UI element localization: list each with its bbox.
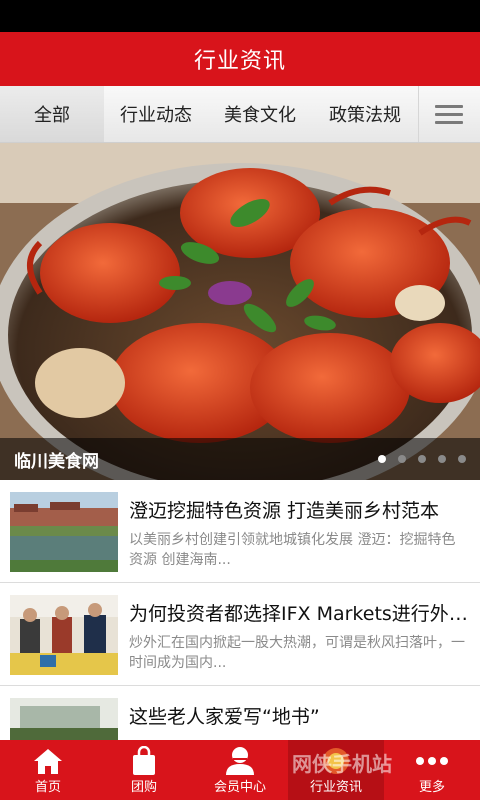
shopping-bag-icon: [131, 745, 157, 776]
slide-dot[interactable]: [378, 455, 386, 463]
hamburger-menu-icon[interactable]: [418, 86, 479, 142]
tab-label: 美食文化: [224, 105, 296, 126]
category-tabs: 全部 行业动态 美食文化 政策法规: [0, 86, 480, 143]
page-title-bar: 行业资讯: [0, 32, 480, 86]
tab-policy[interactable]: 政策法规: [312, 86, 418, 142]
news-thumbnail: [10, 492, 118, 572]
tab-label: 全部: [34, 105, 70, 126]
slide-dot[interactable]: [418, 455, 426, 463]
page-title: 行业资讯: [193, 49, 286, 74]
news-item[interactable]: 为何投资者都选择IFX Markets进行外汇交易 炒外汇在国内掀起一股大热潮，…: [0, 583, 480, 686]
slide-indicator: [378, 455, 480, 463]
news-title: 澄迈挖掘特色资源 打造美丽乡村范本: [129, 500, 440, 522]
tab-industry-news[interactable]: 行业动态: [104, 86, 208, 142]
home-icon: [33, 746, 63, 776]
slide-dot[interactable]: [458, 455, 466, 463]
banner-caption-bar: 临川美食网: [0, 438, 480, 480]
nav-label: 更多: [418, 779, 445, 795]
nav-home[interactable]: 首页: [0, 740, 96, 800]
featured-banner[interactable]: 临川美食网: [0, 143, 480, 480]
tab-label: 政策法规: [329, 105, 401, 126]
nav-label: 团购: [130, 779, 157, 795]
banner-caption: 临川美食网: [14, 451, 99, 472]
news-title: 这些老人家爱写“地书”: [129, 706, 320, 728]
news-title: 为何投资者都选择IFX Markets进行外汇交易: [129, 603, 474, 625]
user-icon: [225, 746, 255, 776]
news-icon: [321, 746, 351, 776]
nav-label: 行业资讯: [309, 779, 362, 795]
nav-member-center[interactable]: 会员中心: [192, 740, 288, 800]
slide-dot[interactable]: [438, 455, 446, 463]
tab-all[interactable]: 全部: [0, 86, 104, 142]
bottom-navigation: 首页 团购 会员中心 行业资讯 更多: [0, 740, 480, 800]
more-icon: [415, 746, 449, 776]
tab-label: 行业动态: [120, 105, 192, 126]
nav-label: 会员中心: [213, 779, 266, 795]
news-summary: 炒外汇在国内掀起一股大热潮，可谓是秋风扫落叶，一时间成为国内...: [129, 635, 465, 671]
news-item[interactable]: 澄迈挖掘特色资源 打造美丽乡村范本 以美丽乡村创建引领就地城镇化发展 澄迈：挖掘…: [0, 480, 480, 583]
nav-industry-news[interactable]: 行业资讯: [288, 740, 384, 800]
slide-dot[interactable]: [398, 455, 406, 463]
news-summary: 以美丽乡村创建引领就地城镇化发展 澄迈：挖掘特色资源 创建海南...: [129, 532, 456, 568]
crab-dish-photo: [0, 143, 480, 480]
status-bar: [0, 0, 480, 32]
news-thumbnail: [10, 595, 118, 675]
tab-food-culture[interactable]: 美食文化: [208, 86, 312, 142]
nav-more[interactable]: 更多: [384, 740, 480, 800]
nav-group-buy[interactable]: 团购: [96, 740, 192, 800]
nav-label: 首页: [34, 779, 61, 795]
